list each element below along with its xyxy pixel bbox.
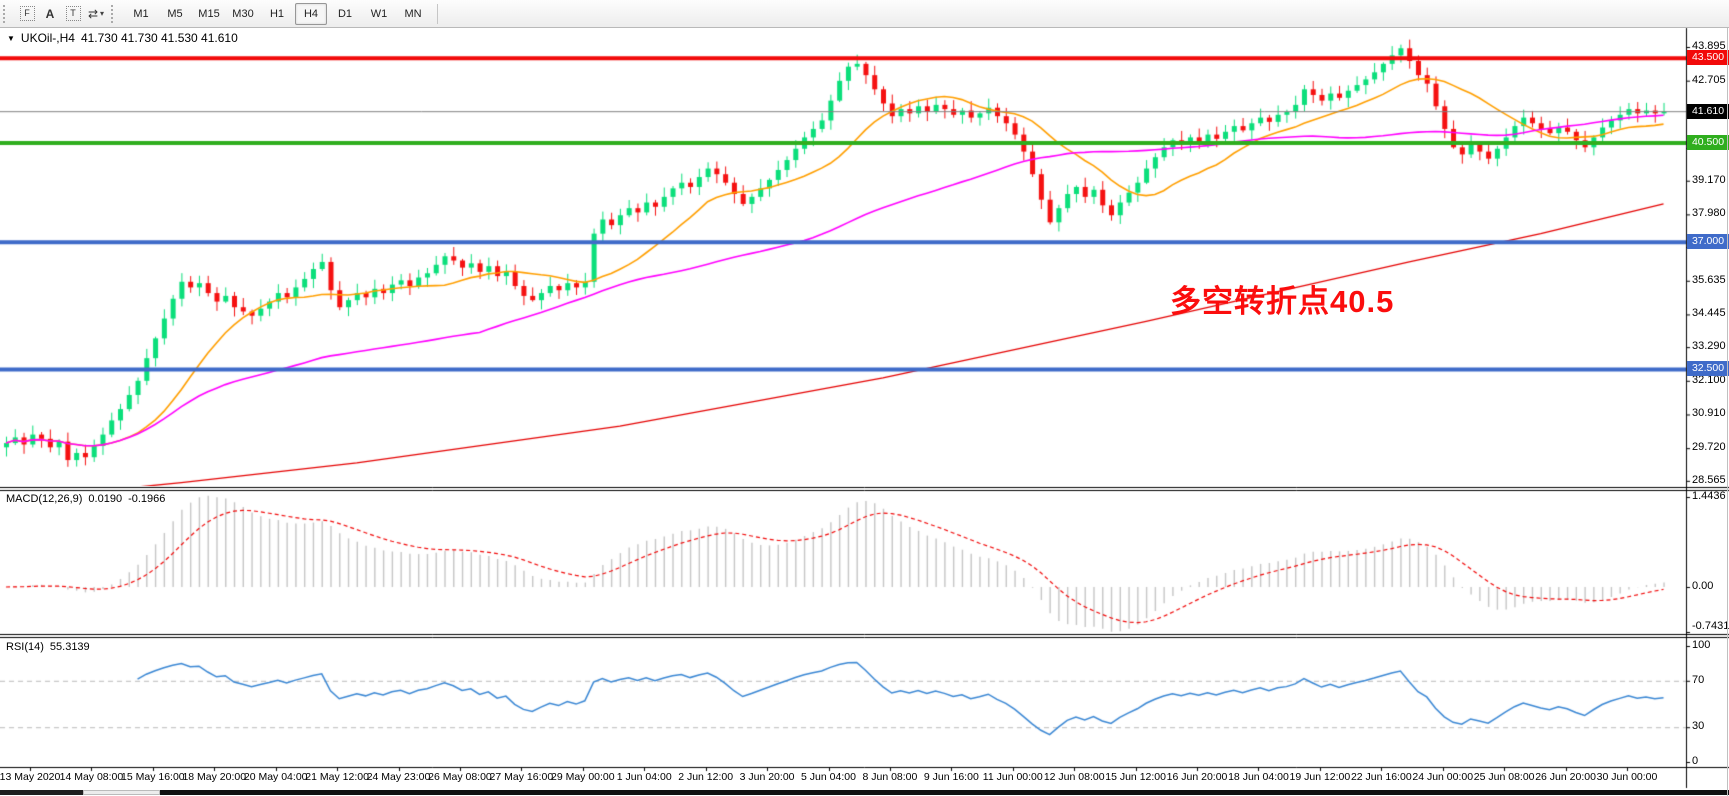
text-a-icon[interactable]: A xyxy=(39,4,61,24)
price-level-badge: 41.610 xyxy=(1687,104,1729,119)
macd-tick-label: 1.4436 xyxy=(1692,490,1726,502)
timeframe-button-W1[interactable]: W1 xyxy=(363,3,395,25)
time-tick-label: 26 Jun 20:00 xyxy=(1535,771,1596,783)
timeframe-button-M1[interactable]: M1 xyxy=(125,3,157,25)
time-tick-label: 30 Jun 00:00 xyxy=(1597,771,1658,783)
rsi-tick-label: 0 xyxy=(1692,755,1698,767)
price-level-badge: 32.500 xyxy=(1687,361,1729,376)
t-glyph: T xyxy=(66,6,81,21)
time-tick-label: 27 May 16:00 xyxy=(490,771,554,783)
time-tick-label: 3 Jun 20:00 xyxy=(740,771,795,783)
price-tick-label: 37.980 xyxy=(1692,207,1726,219)
time-tick-label: 14 May 08:00 xyxy=(60,771,124,783)
time-tick-label: 24 Jun 00:00 xyxy=(1412,771,1473,783)
price-tick-label: 34.445 xyxy=(1692,307,1726,319)
rsi-label: RSI(14) xyxy=(6,641,44,653)
time-tick-label: 2 Jun 12:00 xyxy=(678,771,733,783)
time-tick-label: 19 Jun 12:00 xyxy=(1290,771,1351,783)
price-tick-label: 42.705 xyxy=(1692,74,1726,86)
timeframe-button-group: M1M5M15M30H1H4D1W1MN xyxy=(124,3,430,25)
timeframe-button-M30[interactable]: M30 xyxy=(227,3,259,25)
time-tick-label: 12 Jun 08:00 xyxy=(1044,771,1105,783)
chart-canvas[interactable] xyxy=(0,0,1729,796)
scrollbar-segment-left xyxy=(0,790,83,795)
time-tick-label: 1 Jun 04:00 xyxy=(617,771,672,783)
time-tick-label: 18 May 20:00 xyxy=(182,771,246,783)
timeframe-button-H4[interactable]: H4 xyxy=(295,3,327,25)
window-right-border xyxy=(1727,0,1728,796)
macd-tick-label: 0.00 xyxy=(1692,580,1713,592)
macd-signal-value: -0.1966 xyxy=(128,493,165,505)
toolbar: F A T ⇄ ▾ M1M5M15M30H1H4D1W1MN xyxy=(0,0,1729,28)
price-tick-label: 33.290 xyxy=(1692,340,1726,352)
price-tick-label: 29.720 xyxy=(1692,441,1726,453)
arrange-arrows-icon[interactable]: ⇄ ▾ xyxy=(85,4,107,24)
macd-tick-label: -0.7431 xyxy=(1692,620,1729,632)
price-level-badge: 43.500 xyxy=(1687,50,1729,65)
dropdown-caret-icon: ▾ xyxy=(100,9,104,18)
time-tick-label: 8 Jun 08:00 xyxy=(862,771,917,783)
time-tick-label: 5 Jun 04:00 xyxy=(801,771,856,783)
price-tick-label: 30.910 xyxy=(1692,407,1726,419)
time-tick-label: 15 Jun 12:00 xyxy=(1105,771,1166,783)
scrollbar-segment-right xyxy=(160,790,1729,795)
timeframe-button-D1[interactable]: D1 xyxy=(329,3,361,25)
price-level-badge: 40.500 xyxy=(1687,135,1729,150)
time-tick-label: 25 Jun 08:00 xyxy=(1474,771,1535,783)
macd-main-value: 0.0190 xyxy=(88,493,122,505)
time-tick-label: 18 Jun 04:00 xyxy=(1228,771,1289,783)
arrows-glyph: ⇄ xyxy=(88,7,98,21)
timeframe-button-H1[interactable]: H1 xyxy=(261,3,293,25)
timeframe-button-MN[interactable]: MN xyxy=(397,3,429,25)
timeframe-button-M15[interactable]: M15 xyxy=(193,3,225,25)
f-tool-icon[interactable]: F xyxy=(16,4,38,24)
time-tick-label: 13 May 2020 xyxy=(0,771,60,783)
timeframe-button-M5[interactable]: M5 xyxy=(159,3,191,25)
toolbar-separator xyxy=(437,4,438,24)
time-tick-label: 26 May 08:00 xyxy=(428,771,492,783)
bottom-scrollbar[interactable] xyxy=(0,789,1729,796)
time-tick-label: 24 May 23:00 xyxy=(367,771,431,783)
rsi-tick-label: 100 xyxy=(1692,639,1710,651)
toolbar-grip[interactable] xyxy=(3,5,12,23)
time-tick-label: 15 May 16:00 xyxy=(121,771,185,783)
rsi-value: 55.3139 xyxy=(50,641,90,653)
price-tick-label: 28.565 xyxy=(1692,474,1726,486)
rsi-tick-label: 30 xyxy=(1692,720,1704,732)
time-tick-label: 16 Jun 20:00 xyxy=(1167,771,1228,783)
macd-label-row: MACD(12,26,9) 0.0190 -0.1966 xyxy=(6,493,165,505)
chart-window: F A T ⇄ ▾ M1M5M15M30H1H4D1W1MN ▼ UKOil-,… xyxy=(0,0,1729,796)
price-level-badge: 37.000 xyxy=(1687,234,1729,249)
scrollbar-thumb[interactable] xyxy=(83,790,160,795)
symbol-ohlc-values: 41.730 41.730 41.530 41.610 xyxy=(81,31,238,45)
rsi-label-row: RSI(14) 55.3139 xyxy=(6,641,90,653)
time-tick-label: 29 May 00:00 xyxy=(551,771,615,783)
price-tick-label: 39.170 xyxy=(1692,174,1726,186)
price-tick-label: 35.635 xyxy=(1692,274,1726,286)
symbol-title: UKOil-,H4 xyxy=(21,31,75,45)
symbol-caret-icon: ▼ xyxy=(7,34,15,43)
time-tick-label: 20 May 04:00 xyxy=(244,771,308,783)
macd-label: MACD(12,26,9) xyxy=(6,493,82,505)
a-glyph: A xyxy=(46,7,55,21)
symbol-ohlc-line[interactable]: ▼ UKOil-,H4 41.730 41.730 41.530 41.610 xyxy=(7,31,238,45)
toolbar-grip-2[interactable] xyxy=(111,5,120,23)
rsi-tick-label: 70 xyxy=(1692,674,1704,686)
time-tick-label: 9 Jun 16:00 xyxy=(924,771,979,783)
chart-annotation-text: 多空转折点40.5 xyxy=(1170,276,1394,321)
time-tick-label: 21 May 12:00 xyxy=(305,771,369,783)
f-glyph: F xyxy=(20,6,35,21)
time-tick-label: 22 Jun 16:00 xyxy=(1351,771,1412,783)
time-tick-label: 11 Jun 00:00 xyxy=(983,771,1043,783)
text-label-icon[interactable]: T xyxy=(62,4,84,24)
